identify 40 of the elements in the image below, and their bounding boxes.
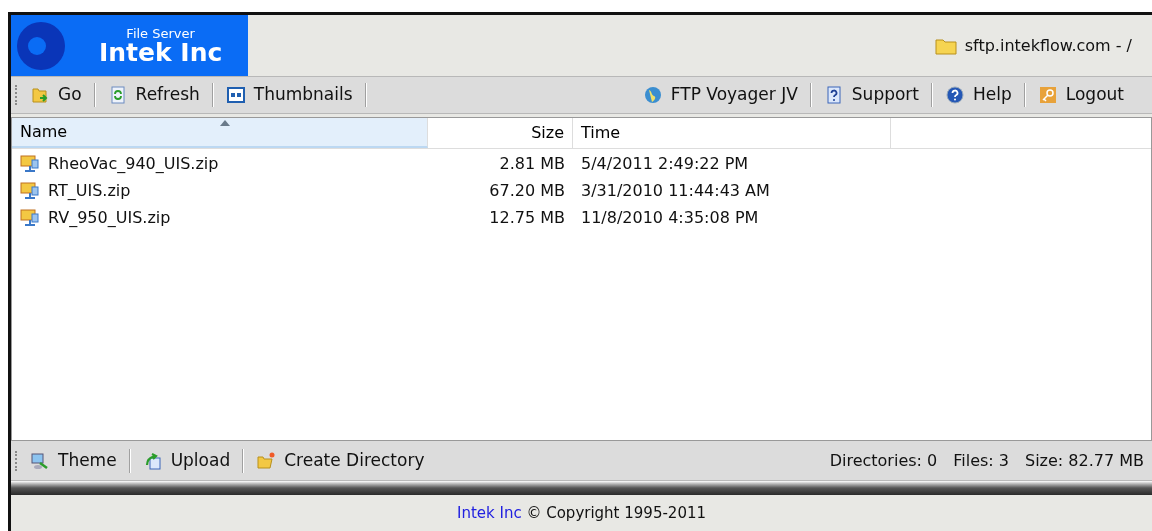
toolbar-button[interactable]: FTP Voyager JV <box>634 81 806 109</box>
toolbar-button[interactable]: Thumbnails <box>217 81 361 109</box>
network-file-icon <box>20 153 40 174</box>
network-file-icon <box>20 207 40 228</box>
key-icon <box>1037 85 1058 105</box>
file-size: 12.75 MB <box>489 206 565 229</box>
file-time: 11/8/2010 4:35:08 PM <box>581 207 759 227</box>
status-text: Size: 82.77 MB <box>1025 449 1144 472</box>
copyright-text: Intek Inc © Copyright 1995-2011 <box>456 502 707 524</box>
folder-arrow-icon <box>30 85 50 105</box>
help-icon <box>945 85 965 105</box>
sort-ascending-icon <box>219 120 230 126</box>
file-name[interactable]: RheoVac_940_UIS.zip <box>48 151 219 176</box>
toolbar-button[interactable]: Support <box>815 81 927 109</box>
toolbar-button[interactable]: Theme <box>22 446 125 475</box>
toolbar-button[interactable]: Logout <box>1029 81 1132 109</box>
file-name[interactable]: RV_950_UIS.zip <box>48 205 171 230</box>
file-size: 2.81 MB <box>499 152 565 175</box>
column-header[interactable]: Name <box>12 118 428 148</box>
network-file-icon <box>20 180 40 201</box>
folder-icon <box>934 36 957 55</box>
file-name[interactable]: RT_UIS.zip <box>48 178 131 203</box>
toolbar-button[interactable]: Refresh <box>99 81 208 109</box>
toolbar-button[interactable]: Help <box>937 81 1020 109</box>
file-size: 67.20 MB <box>489 179 565 202</box>
toolbar-button[interactable]: Create Directory <box>248 446 433 475</box>
file-time: 3/31/2010 11:44:43 AM <box>581 180 770 200</box>
status-text: Files: 3 <box>953 449 1009 472</box>
logo-subtitle: File Server <box>126 26 195 40</box>
monitor-brush-icon <box>30 450 50 471</box>
location-path: sftp.intekflow.com - / <box>964 34 1132 57</box>
file-time: 5/4/2011 2:49:22 PM <box>581 153 749 173</box>
globe-icon <box>642 85 663 105</box>
toolbar-button[interactable]: Go <box>22 81 90 109</box>
status-text: Directories: 0 <box>829 449 938 472</box>
toolbar-button[interactable]: Upload <box>134 446 239 475</box>
thumbnails-icon <box>225 85 246 105</box>
company-link[interactable]: Intek Inc <box>456 503 522 522</box>
logo-title: Intek Inc <box>99 39 223 65</box>
new-folder-icon <box>256 450 277 471</box>
